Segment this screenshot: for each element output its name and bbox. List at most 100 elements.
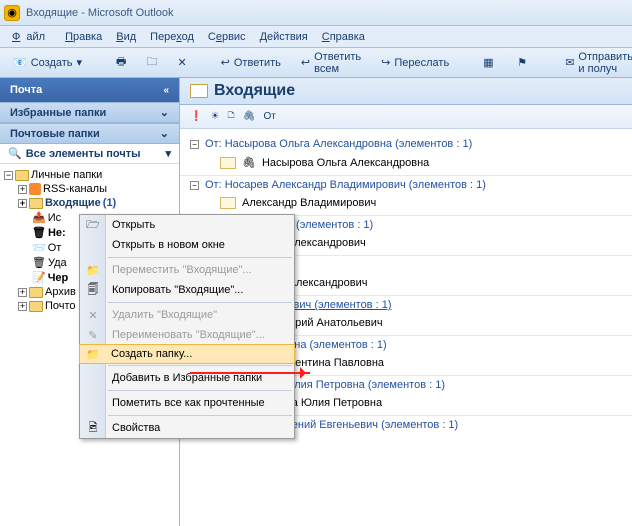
- open-icon: 🗁: [85, 218, 101, 232]
- sidebar-section-favorites[interactable]: Избранные папки ⌄: [0, 102, 179, 123]
- menu-go[interactable]: Переход: [144, 29, 200, 45]
- separator: [108, 257, 292, 258]
- new-folder-icon: 📁: [85, 347, 101, 361]
- chevron-left-icon[interactable]: «: [163, 85, 169, 96]
- forward-button[interactable]: ↪Переслать: [374, 53, 456, 72]
- cm-delete: ✕Удалить "Входящие": [80, 305, 294, 325]
- reply-all-button[interactable]: ↩Ответить всем: [294, 48, 368, 78]
- collapse-icon[interactable]: −: [4, 171, 13, 180]
- sidebar-all-mail-items[interactable]: 🔍 Все элементы почты ▾: [0, 144, 179, 164]
- flag-icon: ⚑: [517, 56, 531, 70]
- collapse-icon[interactable]: −: [190, 140, 199, 149]
- delete-icon: ✕: [177, 56, 186, 69]
- expand-icon[interactable]: +: [18, 288, 27, 297]
- menu-actions[interactable]: Действия: [254, 29, 314, 45]
- tree-inbox[interactable]: + Входящие (1): [16, 196, 177, 210]
- menu-file[interactable]: Файл: [6, 29, 57, 45]
- misc-button-2[interactable]: ⚑: [510, 53, 538, 73]
- main-header: Входящие: [180, 78, 632, 105]
- new-button[interactable]: 📧 Создать ▾: [6, 53, 89, 72]
- col-from[interactable]: От: [263, 111, 275, 122]
- separator: [108, 365, 292, 366]
- tree-personal-folders[interactable]: − Личные папки: [2, 168, 177, 182]
- properties-icon: 🖻: [85, 421, 101, 435]
- column-headers[interactable]: ❗ ☀ 🗅 🖇 От: [180, 105, 632, 129]
- window-title: Входящие - Microsoft Outlook: [26, 7, 174, 19]
- cm-rename: ✎Переименовать "Входящие"...: [80, 325, 294, 345]
- toolbar: 📧 Создать ▾ 🖶 🗀 ✕ ↩Ответить ↩Ответить вс…: [0, 48, 632, 78]
- drafts-icon: 📝: [32, 271, 46, 284]
- reply-button[interactable]: ↩Ответить: [214, 53, 288, 72]
- expand-icon[interactable]: +: [18, 185, 27, 194]
- menu-edit[interactable]: Правка: [59, 29, 108, 45]
- search-icon: 🔍: [8, 147, 22, 160]
- col-icon[interactable]: 🗅: [227, 108, 234, 125]
- delete-button[interactable]: ✕: [170, 53, 193, 72]
- context-menu: 🗁Открыть Открыть в новом окне 📁Перемести…: [79, 214, 295, 439]
- folder-icon: [29, 301, 43, 312]
- outlook-logo-icon: ◉: [4, 5, 20, 21]
- message-group[interactable]: −От: Носарев Александр Владимирович (эле…: [180, 176, 632, 194]
- message-row[interactable]: Александр Владимирович: [180, 194, 632, 216]
- rename-icon: ✎: [85, 328, 101, 342]
- send-receive-icon: ✉: [565, 56, 574, 69]
- reply-icon: ↩: [221, 56, 230, 69]
- junk-icon: 🗑: [32, 226, 46, 239]
- dropdown-icon: ▾: [77, 56, 83, 69]
- deleted-icon: 🗑: [32, 256, 46, 269]
- envelope-icon: [220, 197, 236, 209]
- forward-icon: ↪: [381, 56, 390, 69]
- sidebar-header-mail[interactable]: Почта «: [0, 78, 179, 102]
- col-importance-icon[interactable]: ❗: [190, 111, 202, 122]
- col-attachment-icon[interactable]: 🖇: [243, 111, 256, 122]
- expand-icon[interactable]: +: [18, 302, 27, 311]
- cm-mark-all-read[interactable]: Пометить все как прочтенные: [80, 393, 294, 413]
- tree-rss[interactable]: + RSS-каналы: [16, 182, 177, 196]
- menu-help[interactable]: Справка: [316, 29, 371, 45]
- separator: [108, 415, 292, 416]
- rss-icon: [29, 183, 41, 195]
- categorize-button[interactable]: 🗀: [139, 50, 164, 75]
- cm-add-favorites[interactable]: Добавить в Избранные папки: [80, 368, 294, 388]
- cm-move: 📁Переместить "Входящие"...: [80, 260, 294, 280]
- cm-new-folder[interactable]: 📁Создать папку...: [79, 344, 295, 364]
- title-bar: ◉ Входящие - Microsoft Outlook: [0, 0, 632, 26]
- folder-icon: [29, 287, 43, 298]
- envelope-icon: [220, 157, 236, 169]
- message-row[interactable]: 🖇Насырова Ольга Александровна: [180, 153, 632, 176]
- chevron-down-icon: ⌄: [160, 127, 169, 140]
- move-icon: 📁: [85, 263, 101, 277]
- collapse-icon[interactable]: −: [190, 181, 199, 190]
- expand-icon[interactable]: +: [18, 199, 27, 208]
- dropdown-icon[interactable]: ▾: [165, 147, 171, 160]
- inbox-icon: [190, 84, 208, 98]
- misc-button-1[interactable]: ▦: [476, 53, 504, 73]
- message-group[interactable]: −От: Насырова Ольга Александровна (элеме…: [180, 135, 632, 153]
- attachment-icon: 🖇: [242, 156, 256, 169]
- category-icon: ▦: [483, 56, 497, 70]
- inbox-icon: [29, 198, 43, 209]
- sidebar-section-mailfolders[interactable]: Почтовые папки ⌄: [0, 123, 179, 144]
- folder-icon: 🗀: [146, 53, 157, 72]
- delete-icon: ✕: [85, 308, 101, 322]
- folder-icon: [15, 170, 29, 181]
- cm-open-new-window[interactable]: Открыть в новом окне: [80, 235, 294, 255]
- cm-properties[interactable]: 🖻Свойства: [80, 418, 294, 438]
- send-receive-button[interactable]: ✉Отправить и получ: [558, 48, 632, 78]
- print-button[interactable]: 🖶: [109, 50, 133, 75]
- menu-view[interactable]: Вид: [110, 29, 142, 45]
- separator: [108, 302, 292, 303]
- page-title: Входящие: [214, 82, 295, 100]
- cm-open[interactable]: 🗁Открыть: [80, 215, 294, 235]
- copy-icon: 🗐: [85, 283, 101, 297]
- sent-icon: 📨: [32, 241, 46, 254]
- reply-all-icon: ↩: [301, 56, 310, 69]
- menu-bar: Файл Правка Вид Переход Сервис Действия …: [0, 26, 632, 48]
- outbox-icon: 📤: [32, 211, 46, 224]
- chevron-down-icon: ⌄: [160, 106, 169, 119]
- print-icon: 🖶: [116, 53, 126, 72]
- menu-service[interactable]: Сервис: [202, 29, 252, 45]
- col-reminder-icon[interactable]: ☀: [210, 111, 219, 122]
- cm-copy[interactable]: 🗐Копировать "Входящие"...: [80, 280, 294, 300]
- separator: [108, 390, 292, 391]
